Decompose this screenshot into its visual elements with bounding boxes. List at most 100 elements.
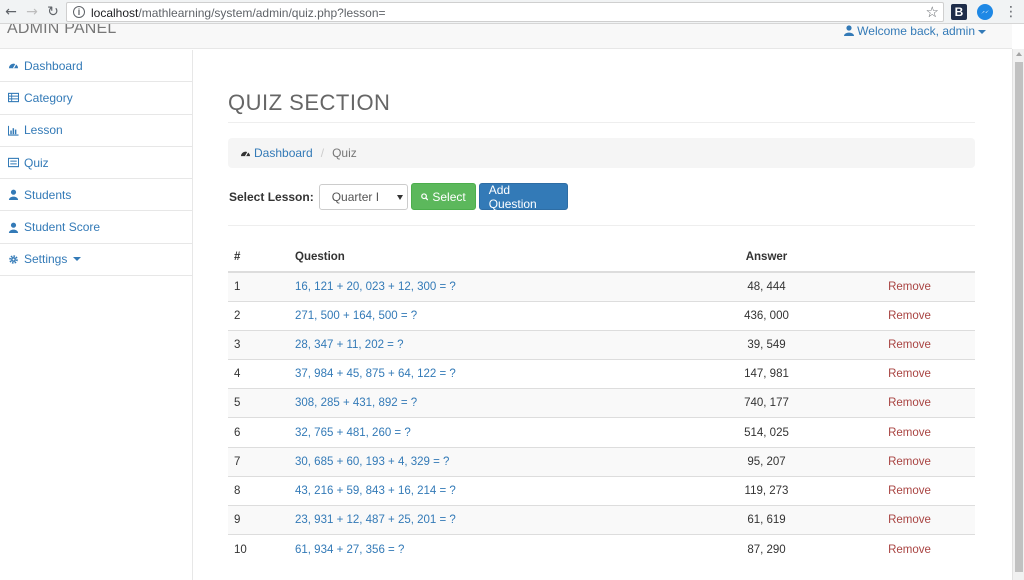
- breadcrumb-separator: /: [320, 146, 325, 160]
- answer-cell: 740, 177: [689, 388, 844, 418]
- forward-icon[interactable]: →: [23, 3, 41, 21]
- row-number: 10: [228, 534, 289, 564]
- breadcrumb-dashboard-link[interactable]: Dashboard: [254, 146, 313, 160]
- sidebar-item-student-score[interactable]: Student Score: [0, 211, 192, 244]
- scrollbar-thumb[interactable]: [1015, 62, 1023, 572]
- caret-down-icon: [978, 29, 986, 34]
- user-icon: [8, 189, 19, 201]
- list-icon: [8, 157, 19, 168]
- answer-cell: 95, 207: [689, 446, 844, 477]
- remove-link[interactable]: Remove: [844, 300, 975, 331]
- row-number: 9: [228, 504, 289, 535]
- dropdown-arrow-icon: [396, 194, 403, 200]
- reload-icon[interactable]: ↻: [44, 3, 62, 21]
- brand-title[interactable]: ADMIN PANEL: [7, 24, 116, 38]
- header-question: Question: [289, 243, 689, 273]
- remove-link[interactable]: Remove: [844, 475, 975, 506]
- answer-cell: 87, 290: [689, 534, 844, 564]
- sidebar-item-label: Lesson: [24, 123, 63, 138]
- sidebar-item-label: Quiz: [24, 155, 49, 170]
- select-button-label: Select: [432, 189, 466, 204]
- sidebar-item-dashboard[interactable]: Dashboard: [0, 50, 192, 83]
- sidebar-item-label: Dashboard: [24, 58, 83, 73]
- gear-icon: [9, 255, 18, 264]
- header-number: #: [228, 243, 289, 273]
- sidebar-item-quiz[interactable]: Quiz: [0, 147, 192, 180]
- search-icon: [420, 192, 429, 201]
- caret-down-icon: [73, 257, 82, 262]
- question-link[interactable]: 30, 685 + 60, 193 + 4, 329 = ?: [289, 446, 689, 477]
- add-question-label: Add Question: [488, 182, 537, 211]
- remove-link[interactable]: Remove: [844, 417, 975, 448]
- bootstrap-extension-icon[interactable]: B: [951, 4, 967, 20]
- question-link[interactable]: 271, 500 + 164, 500 = ?: [289, 300, 689, 331]
- select-button[interactable]: Select: [410, 183, 476, 210]
- question-link[interactable]: 37, 984 + 45, 875 + 64, 122 = ?: [289, 359, 689, 389]
- table-header-row: # Question Answer: [228, 243, 975, 273]
- question-link[interactable]: 32, 765 + 481, 260 = ?: [289, 417, 689, 448]
- question-link[interactable]: 308, 285 + 431, 892 = ?: [289, 388, 689, 418]
- header-answer: Answer: [689, 243, 844, 273]
- sidebar: Dashboard Category Lesson Quiz Students …: [0, 50, 193, 580]
- url-path: /mathlearning/system/admin/quiz.php?less…: [138, 6, 386, 20]
- sidebar-item-lesson[interactable]: Lesson: [0, 115, 192, 147]
- page-scrollbar[interactable]: [1012, 49, 1024, 580]
- question-link[interactable]: 61, 934 + 27, 356 = ?: [289, 534, 689, 564]
- table-row: 10 61, 934 + 27, 356 = ? 87, 290 Remove: [228, 534, 975, 564]
- browser-menu-icon[interactable]: ⋮: [1004, 3, 1018, 21]
- sidebar-item-settings[interactable]: Settings: [0, 244, 192, 277]
- row-number: 6: [228, 417, 289, 448]
- messenger-extension-icon[interactable]: [977, 4, 993, 20]
- dashboard-icon: [240, 151, 251, 157]
- table-row: 2 271, 500 + 164, 500 = ? 436, 000 Remove: [228, 300, 975, 331]
- answer-cell: 48, 444: [689, 271, 844, 302]
- dashboard-icon: [8, 63, 19, 69]
- section-divider: [228, 225, 975, 226]
- bookmark-star-icon[interactable]: ☆: [926, 3, 939, 21]
- answer-cell: 514, 025: [689, 417, 844, 448]
- table-row: 8 43, 216 + 59, 843 + 16, 214 = ? 119, 273…: [228, 475, 975, 506]
- user-menu-toggle[interactable]: Welcome back, admin: [844, 24, 986, 38]
- bar-chart-icon: [8, 125, 19, 136]
- table-icon: [8, 93, 19, 103]
- remove-link[interactable]: Remove: [844, 329, 975, 360]
- sidebar-item-label: Category: [24, 90, 73, 105]
- question-link[interactable]: 16, 121 + 20, 023 + 12, 300 = ?: [289, 271, 689, 302]
- remove-link[interactable]: Remove: [844, 534, 975, 564]
- breadcrumb-current: Quiz: [332, 146, 357, 160]
- question-link[interactable]: 23, 931 + 12, 487 + 25, 201 = ?: [289, 504, 689, 535]
- remove-link[interactable]: Remove: [844, 359, 975, 389]
- remove-link[interactable]: Remove: [844, 388, 975, 418]
- quiz-table: # Question Answer 1 16, 121 + 20, 023 + 1…: [228, 243, 975, 564]
- question-link[interactable]: 28, 347 + 11, 202 = ?: [289, 329, 689, 360]
- user-icon: [8, 222, 19, 233]
- scroll-up-arrow-icon[interactable]: [1016, 52, 1022, 56]
- table-row: 4 37, 984 + 45, 875 + 64, 122 = ? 147, 981…: [228, 359, 975, 389]
- answer-cell: 39, 549: [689, 329, 844, 360]
- remove-link[interactable]: Remove: [844, 271, 975, 302]
- sidebar-item-students[interactable]: Students: [0, 179, 192, 212]
- remove-link[interactable]: Remove: [844, 504, 975, 535]
- table-row: 5 308, 285 + 431, 892 = ? 740, 177 Remove: [228, 388, 975, 418]
- add-question-button[interactable]: Add Question: [478, 182, 568, 211]
- row-number: 8: [228, 475, 289, 506]
- table-row: 1 16, 121 + 20, 023 + 12, 300 = ? 48, 444 R…: [228, 271, 975, 302]
- back-icon[interactable]: ←: [2, 3, 20, 21]
- sidebar-item-category[interactable]: Category: [0, 82, 192, 115]
- lesson-select[interactable]: Quarter I: [318, 183, 408, 210]
- info-icon[interactable]: i: [73, 6, 85, 18]
- answer-cell: 147, 981: [689, 359, 844, 389]
- row-number: 2: [228, 300, 289, 331]
- select-lesson-label: Select Lesson:: [229, 189, 314, 204]
- sidebar-item-label: Students: [24, 187, 72, 202]
- main-content: QUIZ SECTION Dashboard / Quiz Select Les…: [194, 50, 1012, 580]
- table-row: 3 28, 347 + 11, 202 = ? 39, 549 Remove: [228, 329, 975, 360]
- header-action: [844, 243, 975, 273]
- lesson-filter: Select Lesson: Quarter I Select Add Ques…: [229, 182, 571, 211]
- remove-link[interactable]: Remove: [844, 446, 975, 477]
- address-bar[interactable]: i localhost/mathlearning/system/admin/qu…: [66, 2, 944, 22]
- question-link[interactable]: 43, 216 + 59, 843 + 16, 214 = ?: [289, 475, 689, 506]
- row-number: 4: [228, 359, 289, 389]
- row-number: 7: [228, 446, 289, 477]
- page-title: QUIZ SECTION: [228, 90, 391, 115]
